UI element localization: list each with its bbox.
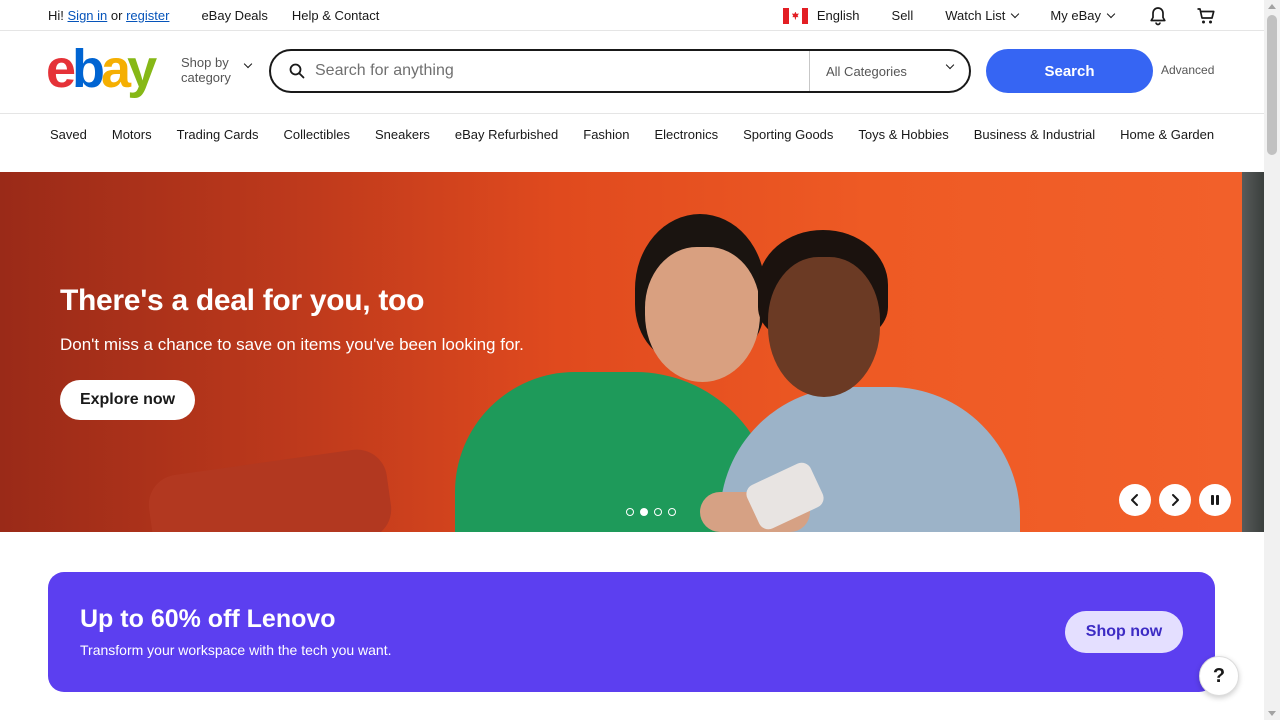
carousel-dots xyxy=(626,508,682,516)
cart-icon[interactable] xyxy=(1196,6,1216,26)
ebay-logo[interactable]: ebay xyxy=(46,39,157,99)
carousel-dot-active[interactable] xyxy=(640,508,648,516)
hero-image-cushion xyxy=(144,445,396,532)
watch-list-menu[interactable]: Watch List xyxy=(945,8,1020,23)
top-bar-right: English Sell Watch List My eBay xyxy=(751,0,1216,31)
hero-next-slide-peek xyxy=(1242,172,1264,532)
chevron-down-icon xyxy=(243,59,253,69)
category-nav: Saved Motors Trading Cards Collectibles … xyxy=(0,114,1264,154)
category-label: All Categories xyxy=(826,63,907,79)
my-ebay-menu[interactable]: My eBay xyxy=(1050,8,1116,23)
register-link[interactable]: register xyxy=(126,8,169,23)
help-contact-link[interactable]: Help & Contact xyxy=(292,8,379,23)
nav-item-sporting-goods[interactable]: Sporting Goods xyxy=(743,127,833,142)
nav-item-collectibles[interactable]: Collectibles xyxy=(284,127,350,142)
my-ebay-label: My eBay xyxy=(1050,8,1101,23)
nav-item-motors[interactable]: Motors xyxy=(112,127,152,142)
hero-title: There's a deal for you, too xyxy=(60,284,425,317)
explore-now-button[interactable]: Explore now xyxy=(60,380,195,420)
promo-title: Up to 60% off Lenovo xyxy=(80,605,336,633)
chevron-left-icon xyxy=(1131,494,1138,506)
nav-item-trading-cards[interactable]: Trading Cards xyxy=(177,127,259,142)
carousel-prev-button[interactable] xyxy=(1119,484,1151,516)
promo-subtitle: Transform your workspace with the tech y… xyxy=(80,642,392,658)
canada-flag-icon xyxy=(782,7,808,24)
chevron-right-icon xyxy=(1172,494,1179,506)
carousel-pause-button[interactable] xyxy=(1199,484,1231,516)
help-button[interactable]: ? xyxy=(1199,656,1239,696)
carousel-next-button[interactable] xyxy=(1159,484,1191,516)
category-select[interactable]: All Categories xyxy=(809,51,969,91)
nav-item-ebay-refurbished[interactable]: eBay Refurbished xyxy=(455,127,558,142)
carousel-dot[interactable] xyxy=(668,508,676,516)
nav-item-fashion[interactable]: Fashion xyxy=(583,127,629,142)
sell-link[interactable]: Sell xyxy=(892,8,914,23)
carousel-dot[interactable] xyxy=(654,508,662,516)
language-label: English xyxy=(816,8,860,23)
chevron-down-icon xyxy=(1011,9,1020,18)
notification-bell-icon[interactable] xyxy=(1148,6,1168,26)
nav-item-business-industrial[interactable]: Business & Industrial xyxy=(974,127,1095,142)
shop-by-category-button[interactable]: Shop by category xyxy=(181,55,231,85)
hero-carousel: There's a deal for you, too Don't miss a… xyxy=(0,172,1242,532)
ebay-deals-link[interactable]: eBay Deals xyxy=(201,8,267,23)
pause-icon xyxy=(1211,495,1219,505)
scroll-down-arrow-icon[interactable] xyxy=(1268,711,1276,716)
hero-subtitle: Don't miss a chance to save on items you… xyxy=(60,335,524,354)
nav-item-sneakers[interactable]: Sneakers xyxy=(375,127,430,142)
greeting-text: Hi! xyxy=(48,8,64,23)
shop-by-line2: category xyxy=(181,70,231,85)
sign-in-link[interactable]: Sign in xyxy=(68,8,108,23)
page-scrollbar[interactable] xyxy=(1264,0,1280,720)
shop-by-line1: Shop by xyxy=(181,55,229,70)
hero-image-person-face xyxy=(768,257,880,397)
or-text: or xyxy=(110,8,123,23)
promo-banner[interactable]: Up to 60% off Lenovo Transform your work… xyxy=(48,572,1215,692)
top-bar-left: Hi! Sign in or register eBay Deals Help … xyxy=(48,0,379,31)
chevron-down-icon xyxy=(1106,9,1116,18)
search-icon xyxy=(289,63,305,79)
top-utility-bar: Hi! Sign in or register eBay Deals Help … xyxy=(0,0,1264,31)
watch-list-label: Watch List xyxy=(945,8,1006,23)
advanced-search-link[interactable]: Advanced xyxy=(1161,63,1214,77)
carousel-dot[interactable] xyxy=(626,508,634,516)
search-bar: All Categories xyxy=(269,49,971,93)
hero-image-person-face xyxy=(645,247,760,382)
main-header: ebay Shop by category All Categories Sea… xyxy=(0,31,1264,114)
nav-item-toys-hobbies[interactable]: Toys & Hobbies xyxy=(858,127,948,142)
nav-item-saved[interactable]: Saved xyxy=(50,127,87,142)
search-button[interactable]: Search xyxy=(986,49,1153,93)
scroll-up-arrow-icon[interactable] xyxy=(1268,4,1276,9)
language-selector[interactable]: English xyxy=(782,7,860,24)
nav-item-electronics[interactable]: Electronics xyxy=(655,127,719,142)
nav-item-home-garden[interactable]: Home & Garden xyxy=(1120,127,1214,142)
shop-now-button[interactable]: Shop now xyxy=(1065,611,1183,653)
scrollbar-thumb[interactable] xyxy=(1267,15,1277,155)
chevron-down-icon xyxy=(945,60,955,70)
search-input[interactable] xyxy=(315,59,795,83)
